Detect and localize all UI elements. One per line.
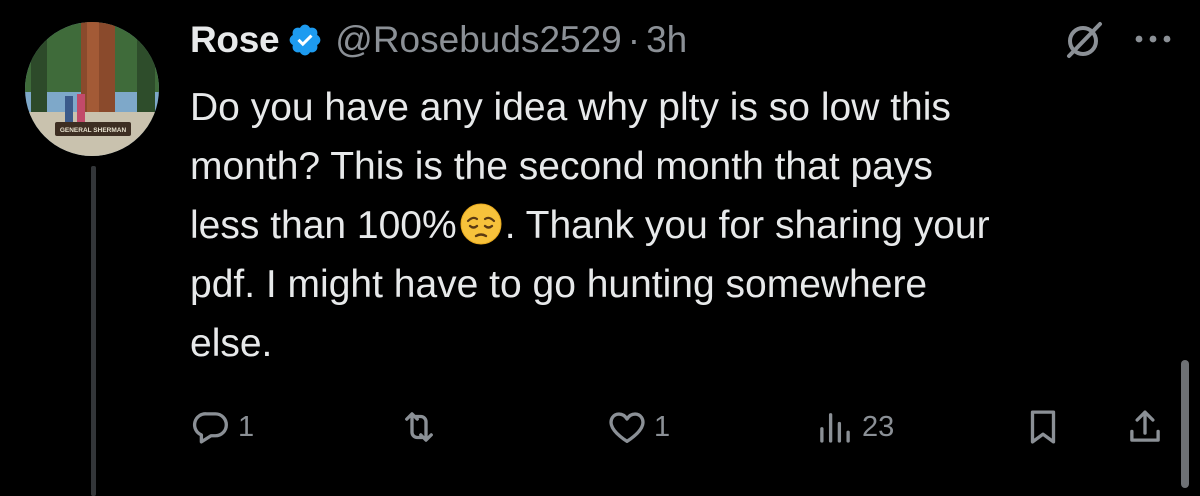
tweet-line-3a: less than 100% xyxy=(190,204,457,247)
views-chart-icon xyxy=(820,413,850,443)
tweet-header: Rose @Rosebuds2529 · 3h xyxy=(190,16,687,64)
author-handle[interactable]: @Rosebuds2529 xyxy=(335,19,621,61)
tweet-line-1: Do you have any idea why plty is so low … xyxy=(190,86,951,129)
tweet-line-5: else. xyxy=(190,322,273,365)
retweet-icon xyxy=(405,412,433,442)
like-count: 1 xyxy=(654,410,671,443)
reply-button[interactable]: 1 xyxy=(190,404,254,450)
separator-dot: · xyxy=(627,19,641,60)
views-button[interactable]: 23 xyxy=(814,404,894,450)
bookmark-button[interactable] xyxy=(1022,404,1064,450)
tweet-line-4: pdf. I might have to go hunting somewher… xyxy=(190,263,928,306)
verified-badge-icon xyxy=(289,24,321,56)
tweet-line-3: less than 100% . Thank you for sharing y… xyxy=(190,196,1170,255)
share-button[interactable] xyxy=(1124,404,1166,450)
share-icon xyxy=(1130,410,1160,442)
grok-icon[interactable] xyxy=(1064,20,1104,60)
bookmark-icon xyxy=(1030,410,1056,444)
pensive-face-emoji xyxy=(460,203,502,245)
thread-line xyxy=(91,166,96,496)
svg-text:GENERAL SHERMAN: GENERAL SHERMAN xyxy=(60,127,127,134)
scrollbar[interactable] xyxy=(1181,360,1189,488)
tweet-text: Do you have any idea why plty is so low … xyxy=(190,78,1170,373)
retweet-button[interactable] xyxy=(398,404,446,450)
avatar-icon: GENERAL SHERMAN xyxy=(25,22,159,156)
tweet-line-2: month? This is the second month that pay… xyxy=(190,145,933,188)
views-count: 23 xyxy=(862,410,895,443)
tweet-line-3b: . Thank you for sharing your xyxy=(504,204,990,247)
heart-icon xyxy=(609,412,645,444)
avatar[interactable]: GENERAL SHERMAN xyxy=(25,22,159,156)
timestamp[interactable]: 3h xyxy=(646,19,687,61)
author-name[interactable]: Rose xyxy=(190,19,280,61)
reply-count: 1 xyxy=(238,410,255,443)
like-button[interactable]: 1 xyxy=(606,404,670,450)
reply-icon xyxy=(192,412,228,444)
more-options-icon[interactable] xyxy=(1133,33,1173,45)
